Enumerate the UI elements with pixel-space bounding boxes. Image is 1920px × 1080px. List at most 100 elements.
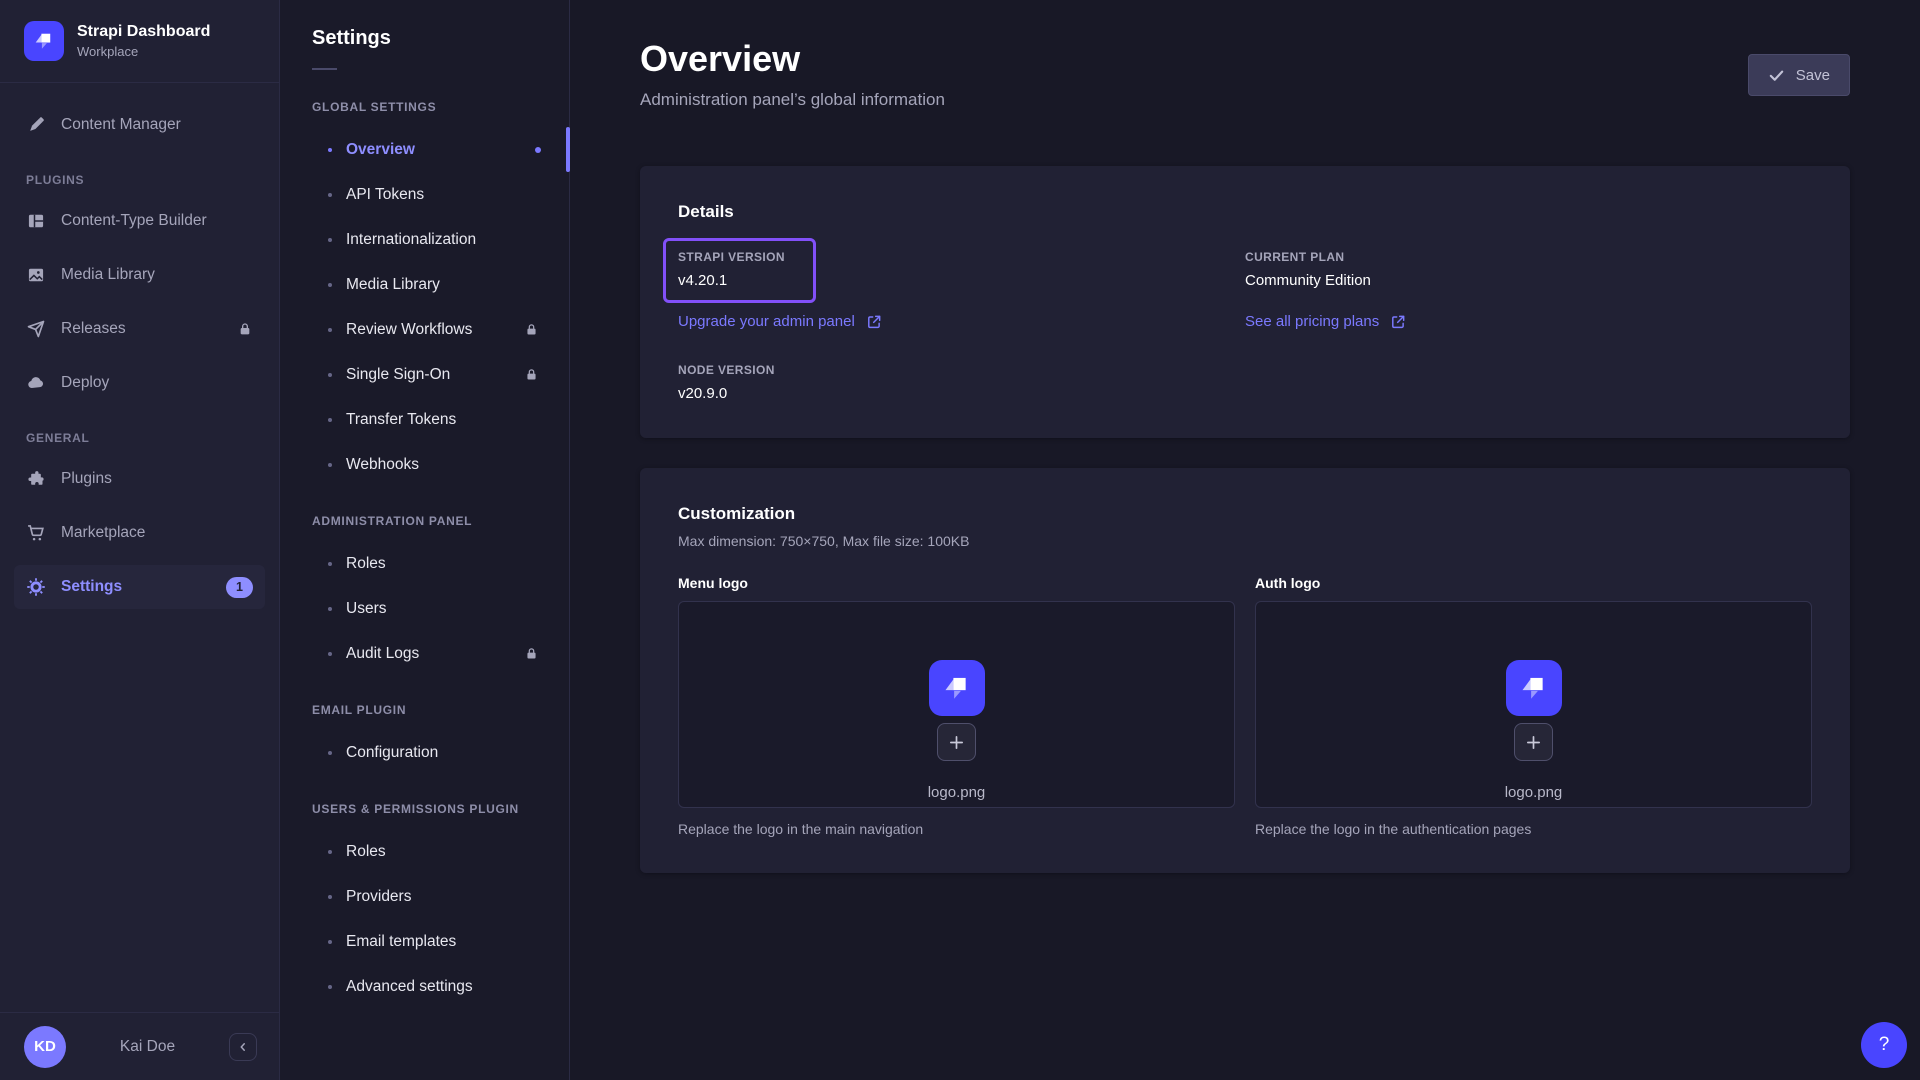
sidebar-item-content-manager[interactable]: Content Manager <box>14 103 265 147</box>
lock-icon <box>524 322 539 337</box>
customization-card: Customization Max dimension: 750×750, Ma… <box>640 468 1850 873</box>
subnav-item-label: Webhooks <box>346 456 419 474</box>
auth-logo-upload-box[interactable]: logo.png <box>1255 601 1812 808</box>
menu-logo-label: Menu logo <box>678 575 1235 591</box>
details-card: Details STRAPI VERSION v4.20.1 Upgrade y… <box>640 166 1850 438</box>
subnav-section-global-settings: GLOBAL SETTINGS <box>280 70 569 127</box>
subnav-section-administration-panel: ADMINISTRATION PANEL <box>280 487 569 541</box>
save-button-label: Save <box>1796 67 1830 84</box>
active-dot <box>535 147 541 153</box>
subnav-item-label: Internationalization <box>346 231 476 249</box>
help-button[interactable]: ? <box>1861 1022 1907 1068</box>
upgrade-admin-panel-link[interactable]: Upgrade your admin panel <box>678 313 882 330</box>
gear-icon <box>26 577 46 597</box>
workspace-title: Strapi Dashboard <box>77 23 210 41</box>
sidebar-item-label: Deploy <box>61 374 109 392</box>
cart-icon <box>26 523 46 543</box>
menu-logo-filename: logo.png <box>928 784 986 801</box>
current-plan-field: CURRENT PLAN Community Edition <box>1245 250 1812 289</box>
plus-icon <box>1525 734 1542 751</box>
plus-icon <box>948 734 965 751</box>
sidebar-item-label: Marketplace <box>61 524 145 542</box>
puzzle-icon <box>26 469 46 489</box>
details-right-column: CURRENT PLAN Community Edition See all p… <box>1245 250 1812 402</box>
subnav-item-email-templates[interactable]: Email templates <box>280 919 569 964</box>
sidebar-section-general: GENERAL <box>12 405 267 447</box>
subnav-item-label: Configuration <box>346 744 438 762</box>
add-menu-logo-button[interactable] <box>937 723 976 761</box>
settings-notification-badge: 1 <box>226 577 253 598</box>
subnav-item-providers[interactable]: Providers <box>280 874 569 919</box>
settings-subnav: Settings GLOBAL SETTINGS Overview API To… <box>280 0 570 1080</box>
avatar[interactable]: KD <box>24 1026 66 1068</box>
subnav-item-label: Advanced settings <box>346 978 473 996</box>
sidebar-item-plugins[interactable]: Plugins <box>14 457 265 501</box>
sidebar-item-marketplace[interactable]: Marketplace <box>14 511 265 555</box>
collapse-sidebar-button[interactable] <box>229 1033 257 1061</box>
subnav-item-admin-roles[interactable]: Roles <box>280 541 569 586</box>
node-version-label: NODE VERSION <box>678 363 1245 377</box>
subnav-item-transfer-tokens[interactable]: Transfer Tokens <box>280 397 569 442</box>
sidebar-item-media-library[interactable]: Media Library <box>14 253 265 297</box>
pricing-link-label: See all pricing plans <box>1245 313 1379 330</box>
menu-logo-field: Menu logo <box>678 575 1235 837</box>
user-row: KD Kai Doe <box>0 1012 279 1080</box>
subnav-item-label: Overview <box>346 141 415 159</box>
subnav-item-audit-logs[interactable]: Audit Logs <box>280 631 569 676</box>
sidebar-item-releases[interactable]: Releases <box>14 307 265 351</box>
menu-logo-hint: Replace the logo in the main navigation <box>678 821 1235 837</box>
external-link-icon <box>866 314 882 330</box>
cloud-icon <box>26 373 46 393</box>
picture-icon <box>26 265 46 285</box>
strapi-version-label: STRAPI VERSION <box>678 250 785 264</box>
subnav-item-review-workflows[interactable]: Review Workflows <box>280 307 569 352</box>
subnav-item-single-sign-on[interactable]: Single Sign-On <box>280 352 569 397</box>
add-auth-logo-button[interactable] <box>1514 723 1553 761</box>
subnav-item-label: Roles <box>346 555 386 573</box>
node-version-field: NODE VERSION v20.9.0 <box>678 363 1245 402</box>
subnav-item-overview[interactable]: Overview <box>280 127 569 172</box>
workspace-brand[interactable]: Strapi Dashboard Workplace <box>0 0 279 82</box>
auth-logo-filename: logo.png <box>1505 784 1563 801</box>
subnav-item-advanced-settings[interactable]: Advanced settings <box>280 964 569 1009</box>
layout-icon <box>26 211 46 231</box>
lock-icon <box>524 367 539 382</box>
sidebar-section-plugins: PLUGINS <box>12 147 267 189</box>
subnav-item-label: Providers <box>346 888 411 906</box>
subnav-item-label: Email templates <box>346 933 456 951</box>
node-version-value: v20.9.0 <box>678 385 1245 402</box>
subnav-item-admin-users[interactable]: Users <box>280 586 569 631</box>
page-subtitle: Administration panel’s global informatio… <box>640 90 1850 110</box>
subnav-item-label: API Tokens <box>346 186 424 204</box>
subnav-item-label: Audit Logs <box>346 645 419 663</box>
main-content: Overview Administration panel’s global i… <box>570 0 1920 1080</box>
subnav-item-media-library[interactable]: Media Library <box>280 262 569 307</box>
subnav-section-email-plugin: EMAIL PLUGIN <box>280 676 569 730</box>
sidebar-item-deploy[interactable]: Deploy <box>14 361 265 405</box>
upgrade-link-label: Upgrade your admin panel <box>678 313 855 330</box>
subnav-item-api-tokens[interactable]: API Tokens <box>280 172 569 217</box>
sidebar-item-content-type-builder[interactable]: Content-Type Builder <box>14 199 265 243</box>
save-button[interactable]: Save <box>1748 54 1850 96</box>
subnav-item-up-roles[interactable]: Roles <box>280 829 569 874</box>
subnav-item-webhooks[interactable]: Webhooks <box>280 442 569 487</box>
current-plan-label: CURRENT PLAN <box>1245 250 1812 264</box>
subnav-item-label: Media Library <box>346 276 440 294</box>
auth-logo-hint: Replace the logo in the authentication p… <box>1255 821 1812 837</box>
details-heading: Details <box>678 202 1812 222</box>
workspace-subtitle: Workplace <box>77 44 210 59</box>
subnav-item-configuration[interactable]: Configuration <box>280 730 569 775</box>
paper-plane-icon <box>26 319 46 339</box>
customization-heading: Customization <box>678 504 1812 524</box>
pricing-plans-link[interactable]: See all pricing plans <box>1245 313 1406 330</box>
strapi-logo-icon <box>24 21 64 61</box>
page-header: Overview Administration panel’s global i… <box>640 38 1850 110</box>
subnav-item-internationalization[interactable]: Internationalization <box>280 217 569 262</box>
sidebar-item-label: Content-Type Builder <box>61 212 207 230</box>
active-indicator-bar <box>566 127 570 172</box>
sidebar-item-settings[interactable]: Settings 1 <box>14 565 265 609</box>
sidebar-nav-list: Content Manager PLUGINS Content-Type Bui… <box>0 83 279 1012</box>
pen-icon <box>26 115 46 135</box>
menu-logo-upload-box[interactable]: logo.png <box>678 601 1235 808</box>
strapi-version-value: v4.20.1 <box>678 272 785 289</box>
